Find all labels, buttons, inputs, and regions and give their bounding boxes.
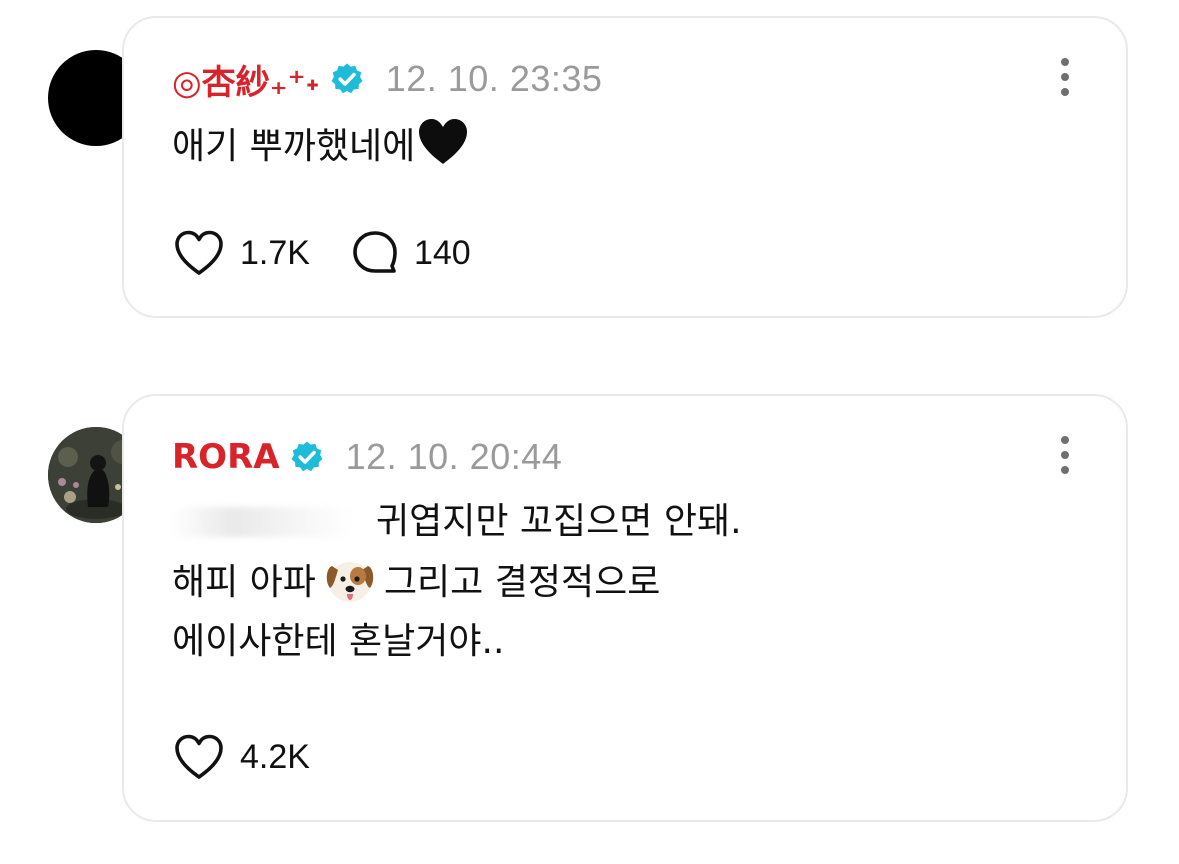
- like-button[interactable]: 4.2K: [172, 732, 310, 782]
- username[interactable]: ◎杏紗₊⁺˖: [172, 55, 320, 104]
- verified-badge-icon: [330, 62, 364, 96]
- comment-text: 애기 뿌까했네에: [172, 116, 471, 177]
- heart-outline-icon: [175, 230, 223, 275]
- heart-outline-icon: [175, 734, 223, 779]
- speech-bubble-icon: [353, 231, 397, 273]
- timestamp: 12. 10. 23:35: [385, 58, 603, 99]
- redacted-mention: [172, 507, 352, 537]
- username[interactable]: RORA: [172, 437, 280, 477]
- comment-text: 귀엽지만 꼬집으면 안돼. 해피 아파 그리고 결정적으로 에이사한테 혼날거야…: [172, 492, 742, 672]
- black-heart-icon: [419, 119, 468, 164]
- comment-actions: 1.7K 140: [172, 228, 511, 278]
- comment-card: RORA 12. 10. 20:44 귀엽지만 꼬집으면 안돼. 해피 아파 그…: [122, 394, 1128, 822]
- comment-text-line: 귀엽지만 꼬집으면 안돼.: [172, 492, 742, 552]
- comment-actions: 4.2K: [172, 732, 350, 782]
- like-count: 4.2K: [240, 737, 310, 776]
- more-vertical-icon[interactable]: [1060, 436, 1070, 476]
- reply-button[interactable]: 140: [350, 228, 471, 278]
- like-count: 1.7K: [240, 233, 310, 272]
- comment-header: ◎杏紗₊⁺˖ 12. 10. 23:35: [172, 54, 602, 104]
- more-vertical-icon[interactable]: [1060, 58, 1070, 98]
- comment-header: RORA 12. 10. 20:44: [172, 432, 562, 482]
- comment-text-line: 해피 아파 그리고 결정적으로: [172, 552, 742, 612]
- dog-face-icon: [326, 562, 374, 602]
- timestamp: 12. 10. 20:44: [345, 436, 563, 477]
- like-button[interactable]: 1.7K: [172, 228, 310, 278]
- verified-badge-icon: [290, 440, 324, 474]
- comment-card: ◎杏紗₊⁺˖ 12. 10. 23:35 애기 뿌까했네에 1.7K 140: [122, 16, 1128, 318]
- comment-text-line: 에이사한테 혼날거야..: [172, 621, 505, 662]
- comment-text-line: 애기 뿌까했네에: [172, 126, 416, 167]
- reply-count: 140: [413, 233, 471, 272]
